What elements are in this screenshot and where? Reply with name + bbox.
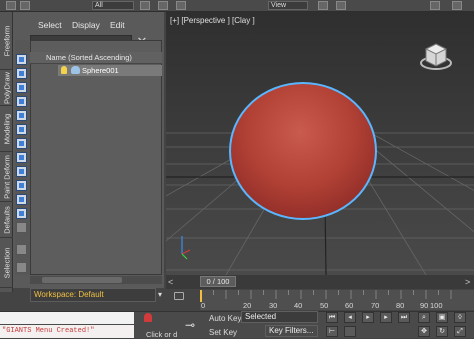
key-mode-toggle-icon[interactable]: ⊢ bbox=[326, 326, 338, 337]
key-icon[interactable]: ⊸ bbox=[185, 318, 195, 332]
go-to-end-icon[interactable]: ⏭ bbox=[398, 312, 410, 323]
zoom-extents-icon[interactable]: ▣ bbox=[436, 312, 448, 323]
display-objects-icon[interactable] bbox=[16, 54, 27, 65]
tick-label: 90 bbox=[420, 301, 429, 310]
toggle-icon[interactable] bbox=[16, 222, 27, 233]
ribbon-tab-modeling[interactable]: Modeling bbox=[0, 106, 13, 152]
display-helpers-icon[interactable] bbox=[16, 124, 27, 135]
tick-label: 40 bbox=[294, 301, 303, 310]
ribbon-tabs: Freeform PolyDraw Modeling Paint Deform … bbox=[0, 12, 13, 292]
display-xrefs-icon[interactable] bbox=[16, 166, 27, 177]
workspace-selector[interactable]: Workspace: Default bbox=[30, 288, 156, 302]
toggle-icon[interactable] bbox=[16, 262, 27, 273]
toolbar-icon[interactable] bbox=[452, 1, 462, 10]
key-mode-icon[interactable] bbox=[174, 292, 184, 300]
maximize-viewport-icon[interactable]: ⤢ bbox=[454, 326, 466, 337]
display-groups-icon[interactable] bbox=[16, 152, 27, 163]
toolbar-icon[interactable] bbox=[158, 1, 168, 10]
tick-label: 100 bbox=[430, 301, 443, 310]
play-icon[interactable]: ▸ bbox=[362, 312, 374, 323]
ribbon-tab-selection[interactable]: Selection bbox=[0, 238, 13, 288]
tick-label: 50 bbox=[320, 301, 329, 310]
zoom-icon[interactable]: ⌕ bbox=[418, 312, 430, 323]
selection-set-dropdown[interactable]: Selected bbox=[241, 311, 318, 323]
column-header-name[interactable]: Name (Sorted Ascending) bbox=[30, 52, 162, 64]
display-shapes-icon[interactable] bbox=[16, 82, 27, 93]
tick-label: 0 bbox=[201, 301, 206, 310]
maxscript-listener-input[interactable] bbox=[0, 312, 134, 324]
chevron-down-icon[interactable]: ▾ bbox=[158, 290, 162, 299]
reference-coordinate-dropdown[interactable]: View bbox=[268, 1, 308, 10]
tick-label: 30 bbox=[269, 301, 278, 310]
scrollbar-thumb[interactable] bbox=[42, 277, 122, 283]
maxscript-listener-output[interactable]: "GIANTS Menu Created!" bbox=[0, 325, 134, 338]
previous-frame-icon[interactable]: ◂ bbox=[344, 312, 356, 323]
tick-label: 60 bbox=[345, 301, 354, 310]
time-slider[interactable]: 0 / 100 bbox=[200, 276, 236, 287]
tick-label: 80 bbox=[396, 301, 405, 310]
display-cameras-icon[interactable] bbox=[16, 110, 27, 121]
sphere-object[interactable] bbox=[229, 82, 377, 220]
ribbon-tab-defaults[interactable]: Defaults bbox=[0, 202, 13, 238]
display-geometry-icon[interactable] bbox=[16, 68, 27, 79]
viewcube-icon[interactable] bbox=[418, 37, 454, 73]
orbit-icon[interactable]: ↻ bbox=[436, 326, 448, 337]
menu-select[interactable]: Select bbox=[38, 20, 62, 30]
set-key-button[interactable]: Set Key bbox=[209, 328, 237, 337]
chevron-left-icon[interactable]: < bbox=[168, 277, 173, 287]
toolbar-icon[interactable] bbox=[318, 1, 328, 10]
menu-display[interactable]: Display bbox=[72, 20, 100, 30]
display-spacewarps-icon[interactable] bbox=[16, 138, 27, 149]
teapot-icon bbox=[71, 66, 80, 74]
explorer-toolbar bbox=[15, 40, 30, 275]
toolbar-icon[interactable] bbox=[20, 1, 30, 10]
display-frozen-icon[interactable] bbox=[16, 208, 27, 219]
ribbon-tab-paint-deform[interactable]: Paint Deform bbox=[0, 152, 13, 202]
light-bulb-icon[interactable] bbox=[61, 66, 67, 74]
toolbar-icon[interactable] bbox=[6, 1, 16, 10]
display-lights-icon[interactable] bbox=[16, 96, 27, 107]
toolbar-icon[interactable] bbox=[140, 1, 150, 10]
frame-field[interactable] bbox=[344, 326, 356, 337]
toolbar-icon[interactable] bbox=[336, 1, 346, 10]
ribbon-tab-polydraw[interactable]: PolyDraw bbox=[0, 70, 13, 106]
auto-key-button[interactable]: Auto Key bbox=[209, 314, 241, 323]
display-containers-icon[interactable] bbox=[16, 194, 27, 205]
field-of-view-icon[interactable]: ◊ bbox=[454, 312, 466, 323]
key-filters-button[interactable]: Key Filters... bbox=[265, 325, 318, 337]
next-frame-icon[interactable]: ▸ bbox=[380, 312, 392, 323]
display-bones-icon[interactable] bbox=[16, 180, 27, 191]
viewport-label[interactable]: [+] [Perspective ] [Clay ] bbox=[170, 16, 255, 25]
tick-label: 20 bbox=[243, 301, 252, 310]
toolbar-icon[interactable] bbox=[176, 1, 186, 10]
toggle-icon[interactable] bbox=[16, 244, 27, 255]
pan-icon[interactable]: ✥ bbox=[418, 326, 430, 337]
menu-edit[interactable]: Edit bbox=[110, 20, 125, 30]
selection-filter-dropdown[interactable]: All bbox=[92, 1, 134, 10]
main-toolbar: All View bbox=[0, 0, 474, 12]
toolbar-icon[interactable] bbox=[430, 1, 440, 10]
go-to-start-icon[interactable]: ⏮ bbox=[326, 312, 338, 323]
tick-label: 70 bbox=[371, 301, 380, 310]
chevron-right-icon[interactable]: > bbox=[465, 277, 470, 287]
ribbon-tab-freeform[interactable]: Freeform bbox=[0, 12, 13, 70]
pin-icon[interactable] bbox=[144, 313, 152, 322]
